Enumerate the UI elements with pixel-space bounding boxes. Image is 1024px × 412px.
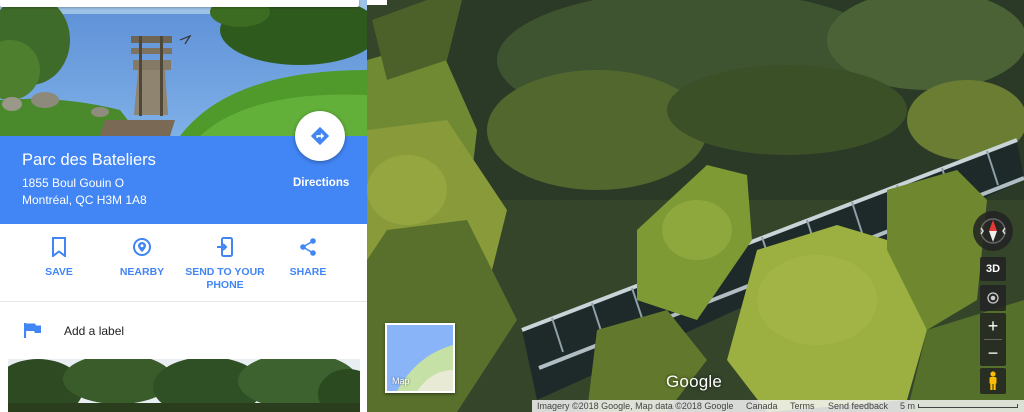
nearby-pin-icon (132, 236, 152, 258)
pegman-button[interactable] (980, 368, 1006, 394)
search-box-edge[interactable] (0, 0, 359, 7)
my-location-button[interactable] (980, 285, 1006, 311)
google-logo: Google (666, 372, 723, 391)
action-row: SAVE NEARBY SEND TO YOUR PHONE SHARE (0, 224, 367, 302)
street-view-panorama[interactable]: Map Google 3D + − Imagery ©2018 Google, … (367, 0, 1024, 412)
nearby-label: NEARBY (119, 266, 165, 278)
google-maps-window: Parc des Bateliers 1855 Boul Gouin O Mon… (0, 0, 1024, 412)
send-to-phone-icon (216, 236, 234, 258)
address-line-1: 1855 Boul Gouin O (22, 176, 125, 190)
place-title: Parc des Bateliers (22, 151, 156, 169)
map-thumbnail[interactable]: Map (385, 323, 455, 393)
bookmark-icon (51, 236, 67, 258)
directions-icon (310, 126, 330, 146)
pegman-icon (989, 371, 997, 390)
address-line-2: Montréal, QC H3M 1A8 (22, 193, 147, 207)
send-feedback-link[interactable]: Send feedback (828, 401, 888, 411)
share-button[interactable]: SHARE (263, 224, 353, 279)
flag-icon (23, 322, 42, 343)
add-label-text: Add a label (64, 324, 125, 338)
nearby-button[interactable]: NEARBY (97, 224, 187, 279)
send-to-phone-label: SEND TO YOUR PHONE (185, 266, 265, 292)
zoom-out-button[interactable]: − (980, 340, 1006, 366)
share-icon (299, 236, 317, 258)
send-to-phone-label-line2: PHONE (206, 279, 244, 291)
save-button[interactable]: SAVE (14, 224, 104, 279)
directions-label[interactable]: Directions (293, 177, 349, 189)
toggle-3d-button[interactable]: 3D (980, 257, 1006, 281)
zoom-in-button[interactable]: + (980, 313, 1006, 339)
terms-link[interactable]: Terms (790, 401, 815, 411)
imagery-attribution: Imagery ©2018 Google, Map data ©2018 Goo… (537, 401, 734, 411)
compass-button[interactable] (973, 211, 1013, 251)
map-thumbnail-label: Map (392, 376, 410, 386)
scale-label[interactable]: 5 m (900, 401, 915, 411)
attribution-footer: Imagery ©2018 Google, Map data ©2018 Goo… (532, 400, 1024, 412)
directions-button[interactable] (295, 111, 345, 161)
send-to-phone-button[interactable]: SEND TO YOUR PHONE (180, 224, 270, 292)
add-label-row[interactable]: Add a label (0, 310, 367, 352)
compass-icon (980, 218, 1006, 244)
save-label: SAVE (45, 266, 73, 278)
country-link[interactable]: Canada (746, 401, 778, 411)
street-view-image (367, 0, 1024, 412)
zoom-control: + − (980, 313, 1006, 366)
place-info-panel: Parc des Bateliers 1855 Boul Gouin O Mon… (0, 0, 367, 412)
share-label: SHARE (289, 266, 327, 278)
scale-bar (918, 404, 1018, 408)
place-photo-preview[interactable] (8, 359, 360, 412)
top-left-marker (367, 0, 387, 5)
location-dot-icon (987, 292, 999, 304)
send-to-phone-label-line1: SEND TO YOUR (185, 266, 265, 278)
